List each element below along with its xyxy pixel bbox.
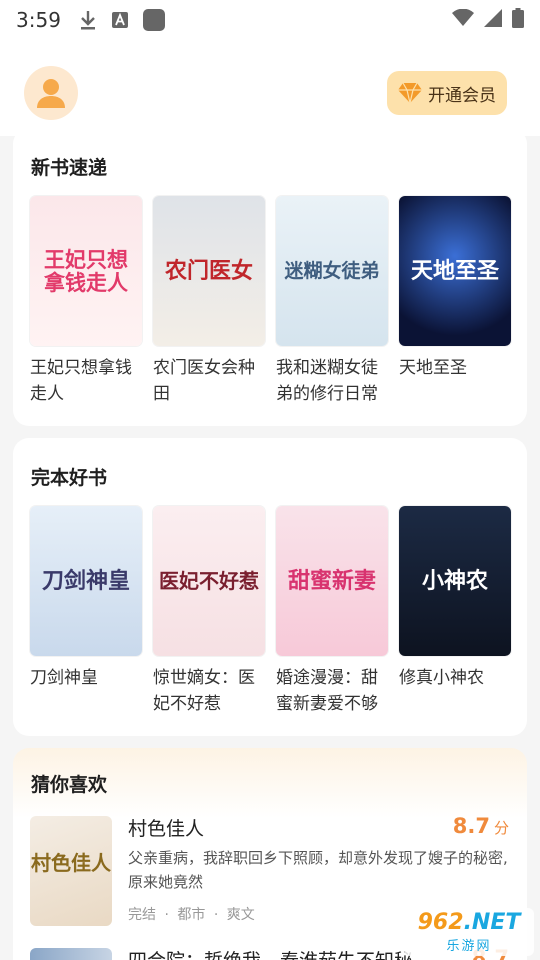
book-title: 惊世嫡女：医妃不好惹 — [153, 668, 255, 714]
app-square-icon — [142, 9, 165, 31]
book-item[interactable]: 农门医女 农门医女会种田 — [153, 196, 265, 407]
section-title-guess: 猜你喜欢 — [31, 774, 108, 796]
diamond-icon — [398, 82, 422, 104]
rec-book-score: 8.7 分 — [452, 814, 509, 838]
book-cover: 王妃只想拿钱走人 — [30, 196, 142, 346]
section-title-complete-books: 完本好书 — [31, 467, 108, 489]
rec-book-title[interactable]: 四合院：哲绝我，秦淮茹失不知秘 — [128, 946, 413, 960]
book-title: 婚途漫漫：甜蜜新妻爱不够 — [276, 668, 378, 714]
top-header: 开通会员 — [0, 40, 540, 136]
book-cover: 迷糊女徒弟 — [276, 196, 388, 346]
avatar[interactable] — [24, 66, 78, 120]
vip-label: 开通会员 — [428, 85, 496, 106]
user-icon — [37, 79, 65, 108]
book-cover: 农门医女 — [153, 196, 265, 346]
book-title: 天地至圣 — [399, 358, 467, 378]
book-cover[interactable]: 村色佳人 — [30, 816, 112, 926]
open-vip-button[interactable]: 开通会员 — [387, 71, 507, 115]
book-cover: 医妃不好惹 — [153, 506, 265, 656]
download-icon — [79, 9, 97, 31]
book-item[interactable]: 刀剑神皇 刀剑神皇 — [30, 506, 142, 691]
status-time: 3:59 — [16, 8, 61, 32]
book-title: 修真小神农 — [399, 668, 484, 688]
book-cover: 天地至圣 — [399, 196, 511, 346]
battery-icon — [512, 8, 524, 32]
signal-icon — [484, 9, 502, 31]
font-a-icon — [111, 11, 129, 29]
site-watermark: 962.NET 乐游网 — [404, 908, 534, 956]
new-books-card: 新书速递 王妃只想拿钱走人 王妃只想拿钱走人 农门医女 农门医女会种田 迷糊女徒… — [13, 128, 527, 426]
book-cover: 小神农 — [399, 506, 511, 656]
rec-book-description: 父亲重病，我辞职回乡下照顾，却意外发现了嫂子的秘密,原来她竟然 — [128, 849, 508, 891]
rec-book-title[interactable]: 村色佳人 — [128, 814, 204, 841]
status-bar: 3:59 — [0, 0, 540, 40]
book-item[interactable]: 甜蜜新妻 婚途漫漫：甜蜜新妻爱不够 — [276, 506, 388, 717]
section-title-new-books: 新书速递 — [31, 157, 108, 179]
book-title: 王妃只想拿钱走人 — [30, 358, 132, 404]
book-cover[interactable] — [30, 948, 112, 960]
book-item[interactable]: 小神农 修真小神农 — [399, 506, 511, 691]
wifi-icon — [452, 8, 474, 31]
book-item[interactable]: 医妃不好惹 惊世嫡女：医妃不好惹 — [153, 506, 265, 717]
book-item[interactable]: 王妃只想拿钱走人 王妃只想拿钱走人 — [30, 196, 142, 407]
book-title: 农门医女会种田 — [153, 358, 255, 404]
book-item[interactable]: 迷糊女徒弟 我和迷糊女徒弟的修行日常 — [276, 196, 388, 407]
book-title: 刀剑神皇 — [30, 668, 98, 688]
book-cover: 甜蜜新妻 — [276, 506, 388, 656]
book-cover: 刀剑神皇 — [30, 506, 142, 656]
book-title: 我和迷糊女徒弟的修行日常 — [276, 358, 378, 404]
complete-books-card: 完本好书 刀剑神皇 刀剑神皇 医妃不好惹 惊世嫡女：医妃不好惹 甜蜜新妻 婚途漫… — [13, 438, 527, 736]
book-item[interactable]: 天地至圣 天地至圣 — [399, 196, 511, 381]
rec-book-tags: 完结 · 都市 · 爽文 — [128, 907, 255, 923]
